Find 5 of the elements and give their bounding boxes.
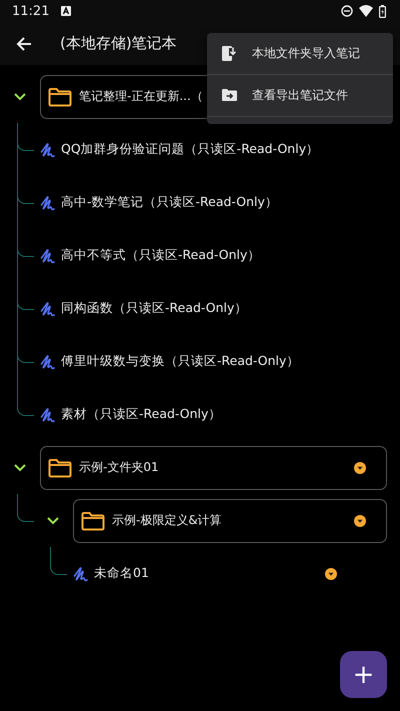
status-time: 11:21 bbox=[12, 4, 50, 18]
folder-name: 示例-文件夹01 bbox=[79, 459, 159, 476]
folder-name: 笔记整理-正在更新...（ bbox=[79, 88, 203, 105]
folder-name: 示例-极限定义&计算 bbox=[112, 512, 222, 529]
app-title: (本地存储)笔记本 bbox=[60, 34, 177, 53]
